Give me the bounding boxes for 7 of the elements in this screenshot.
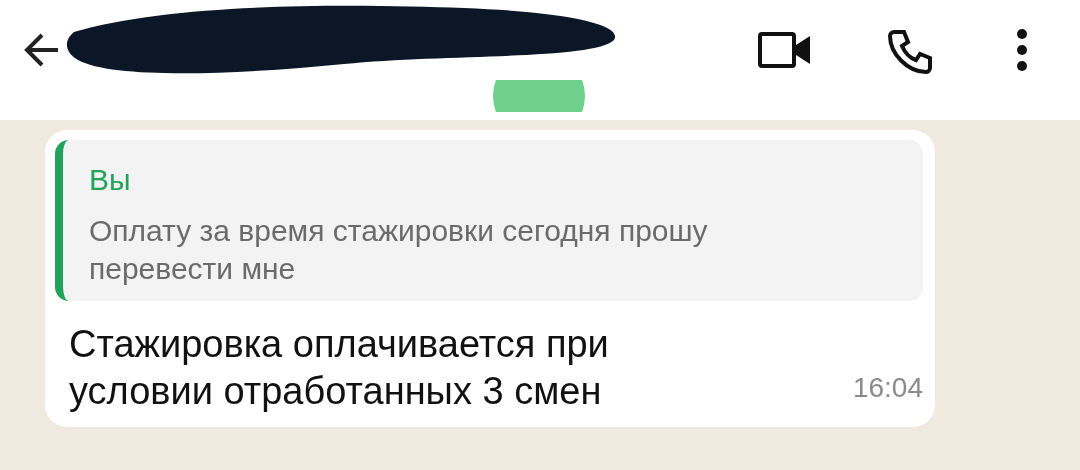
quote-text: Оплату за время стажировки сегодня прошу перевести мне: [89, 213, 709, 287]
message-text: Стажировка оплачивается при условии отработанных 3 смен: [68, 322, 610, 415]
message-time: 16:04: [852, 371, 923, 406]
video-call-icon[interactable]: [758, 30, 812, 70]
quote-sender: Вы: [89, 162, 132, 198]
menu-icon[interactable]: [1015, 28, 1029, 72]
quoted-message[interactable]: Вы Оплату за время стажировки сегодня прошу перевести мне: [55, 140, 923, 301]
